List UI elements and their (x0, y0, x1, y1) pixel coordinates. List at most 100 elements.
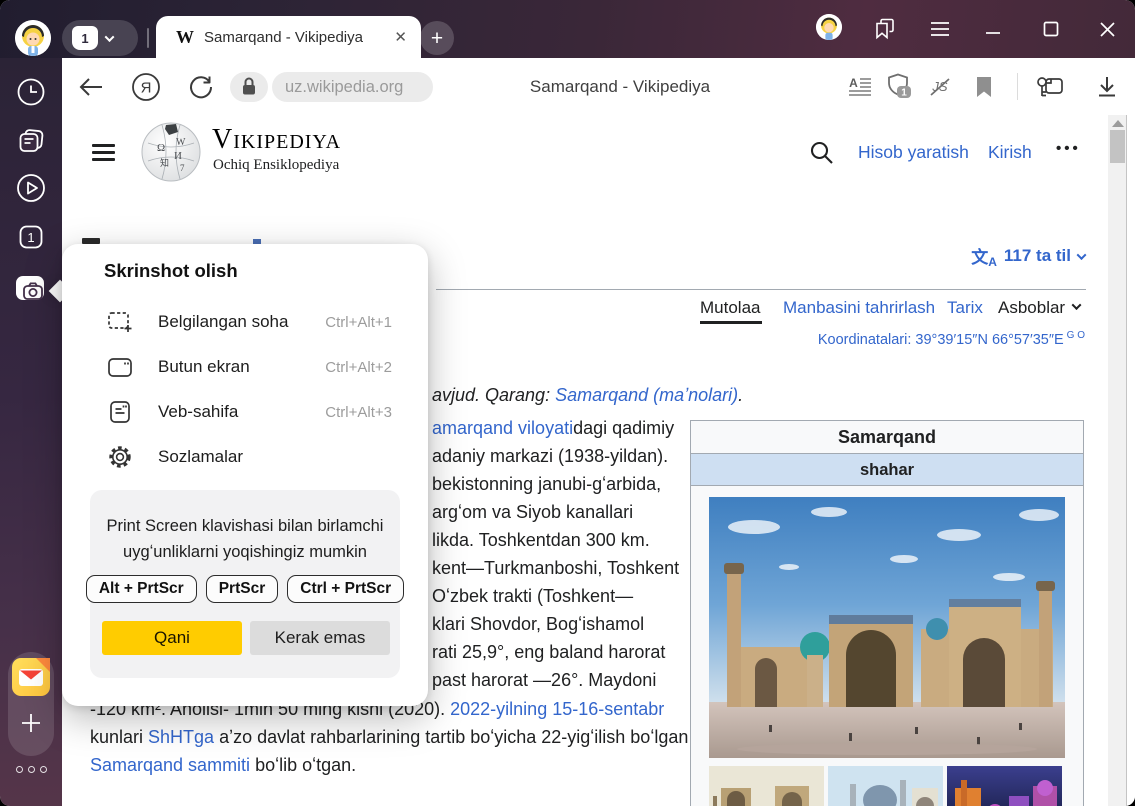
new-tab-button[interactable]: + (420, 21, 454, 55)
full-screen-icon (106, 356, 134, 378)
toolbar-page-title: Samarqand - Vikipediya (470, 72, 770, 102)
tabs-counter-button[interactable]: 1 (0, 223, 62, 251)
menu-item-full-screen[interactable]: Butun ekran Ctrl+Alt+2 (92, 347, 402, 387)
tab-close-icon[interactable]: ✕ (394, 28, 407, 46)
accept-button[interactable]: Qani (102, 621, 242, 655)
downloads-button[interactable] (1092, 58, 1122, 115)
svg-text:Ω: Ω (157, 142, 165, 154)
menu-item-settings[interactable]: Sozlamalar (92, 437, 402, 477)
bookmark-page-button[interactable] (970, 58, 998, 115)
screenshot-popup: Skrinshot olish Belgilangan soha Ctrl+Al… (62, 244, 428, 706)
menu-button[interactable] (925, 0, 955, 58)
protect-shield-button[interactable]: 1 (884, 58, 916, 115)
wiki-link[interactable]: Samarqand (maʼnolari) (555, 385, 738, 405)
collections-button[interactable] (870, 0, 900, 58)
close-icon (1099, 21, 1116, 38)
popup-title: Skrinshot olish (104, 260, 238, 282)
menu-item-web-page[interactable]: Veb-sahifa Ctrl+Alt+3 (92, 392, 402, 432)
printscreen-hint-card: Print Screen klavishasi bilan birlamchi … (90, 490, 400, 678)
tab-history[interactable]: Tarix (947, 298, 983, 318)
article-line: argʻom va Siyob kanallari (432, 498, 633, 526)
avatar-girl-icon (15, 20, 51, 56)
coordinates-link[interactable]: Koordinatalari: 39°39′15″N 66°57′35″EG O (818, 330, 1085, 348)
tab-count-icon: 1 (17, 223, 45, 251)
hint-text: Print Screen klavishasi bilan birlamchi … (90, 514, 400, 565)
notes-button[interactable] (0, 126, 62, 156)
menu-item-select-area[interactable]: Belgilangan soha Ctrl+Alt+1 (92, 302, 402, 342)
wiki-link[interactable]: amarqand viloyati (432, 418, 573, 438)
yandex-search-button[interactable]: Я (131, 58, 161, 115)
wikipedia-logo[interactable]: Ω W И 知 7 (140, 121, 202, 183)
create-account-link[interactable]: Hisob yaratish (858, 142, 969, 163)
page-scrollbar[interactable] (1108, 115, 1127, 806)
active-tab[interactable]: W Samarqand - Vikipediya ✕ (156, 16, 421, 58)
reload-button[interactable] (186, 58, 216, 115)
keycap-prtscr: PrtScr (206, 575, 279, 603)
search-icon (809, 140, 834, 165)
svg-text:7: 7 (180, 163, 185, 173)
tab-separator (147, 28, 149, 48)
scrollbar-up-arrow[interactable] (1112, 120, 1124, 127)
tab-read[interactable]: Mutolaa (700, 298, 760, 318)
chevron-down-icon (1072, 300, 1082, 310)
svg-text:1: 1 (27, 230, 34, 245)
svg-text:A: A (849, 76, 858, 90)
more-options-icon[interactable]: ••• (1056, 140, 1081, 157)
wiki-menu-button[interactable] (92, 144, 115, 161)
login-link[interactable]: Kirish (988, 142, 1032, 163)
thumb-guri-amir-photo[interactable] (828, 766, 943, 806)
minimize-button[interactable] (978, 0, 1008, 58)
tab-group-button[interactable]: 1 (62, 20, 138, 56)
article-line: rati 25,9°, eng baland harorat (432, 638, 665, 666)
scrollbar-thumb[interactable] (1110, 130, 1125, 163)
add-app-button[interactable] (12, 704, 50, 742)
infobox-title: Samarqand (691, 421, 1083, 454)
clock-icon (16, 77, 46, 107)
key-folder-icon (1035, 74, 1065, 100)
media-button[interactable] (0, 172, 62, 204)
svg-text:1: 1 (901, 87, 907, 98)
thumb-registan-night-photo[interactable] (947, 766, 1062, 806)
notes-icon (16, 126, 46, 156)
javascript-blocked-button[interactable]: JS (926, 58, 954, 115)
url-bar[interactable]: uz.wikipedia.org (272, 72, 433, 102)
site-security-badge[interactable] (230, 72, 268, 102)
sidebar-more-button[interactable] (0, 766, 62, 773)
article-line: adaniy markazi (1938-yildan). (432, 442, 668, 470)
passwords-button[interactable] (1034, 58, 1066, 115)
article-line: past harorat —26°. Maydoni (432, 666, 656, 694)
sidebar-apps-dock (8, 652, 54, 756)
decline-button[interactable]: Kerak emas (250, 621, 390, 655)
chevron-down-icon (1077, 250, 1087, 260)
tab-edit-source[interactable]: Manbasini tahrirlash (783, 298, 935, 318)
reader-mode-icon: A (848, 76, 872, 98)
translate-icon: 文A (971, 243, 997, 269)
coordinates-sup[interactable]: G O (1067, 330, 1085, 341)
reader-mode-button[interactable]: A (846, 58, 874, 115)
back-button[interactable] (76, 58, 106, 115)
sync-avatar[interactable] (816, 14, 842, 40)
web-page-icon (106, 400, 134, 424)
play-icon (15, 172, 47, 204)
language-selector[interactable]: 文A 117 ta til (971, 243, 1085, 269)
avatar-girl-icon (816, 14, 842, 40)
wiki-link[interactable]: ShHTga (148, 727, 214, 747)
hamburger-icon (930, 21, 950, 37)
article-line: klari Shovdor, Bogʻishamol (432, 610, 644, 638)
tab-tools[interactable]: Asboblar (998, 298, 1080, 318)
profile-avatar[interactable] (15, 20, 51, 56)
wikipedia-globe-icon: Ω W И 知 7 (140, 121, 202, 183)
svg-text:И: И (174, 150, 182, 162)
wiki-link[interactable]: 2022-yilning 15-16-sentabr (450, 699, 664, 719)
history-button[interactable] (0, 77, 62, 107)
wiki-search-button[interactable] (806, 136, 836, 168)
wiki-wordmark[interactable]: Vikipediya (212, 126, 341, 154)
yandex-mail-button[interactable] (12, 658, 50, 696)
infobox-main-image[interactable] (691, 486, 1083, 758)
thumb-shohizinda-photo[interactable] (709, 766, 824, 806)
maximize-button[interactable] (1036, 0, 1066, 58)
close-button[interactable] (1092, 0, 1122, 58)
browser-window: 1 W Samarqand - Vikipediya ✕ + (0, 0, 1135, 806)
wiki-link[interactable]: Samarqand sammiti (90, 755, 250, 775)
reload-icon (188, 74, 214, 100)
